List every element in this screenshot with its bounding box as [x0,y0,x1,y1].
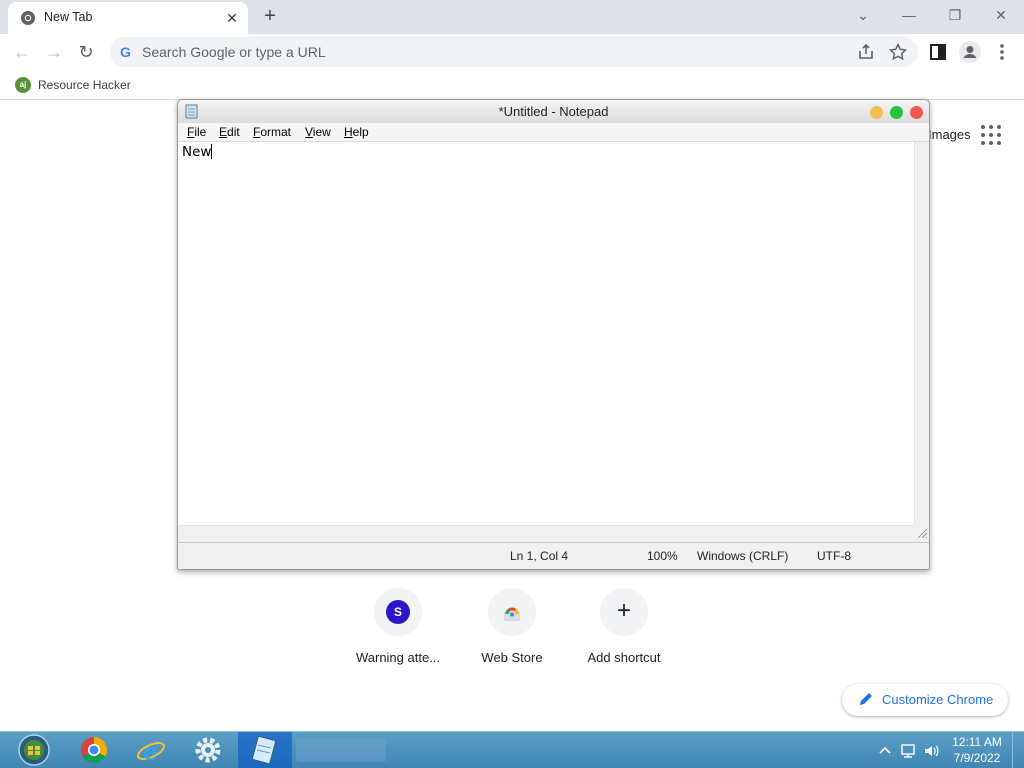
show-desktop-button[interactable] [1012,732,1024,768]
shortcut-icon-bg [488,588,536,636]
start-orb-icon [18,734,50,766]
reload-button[interactable]: ↻ [72,38,100,66]
omnibox-placeholder: Search Google or type a URL [142,44,326,60]
clock-date: 7/9/2022 [953,751,1001,765]
shortcut-web-store[interactable]: Web Store [456,586,568,676]
minimize-button[interactable]: — [886,0,932,32]
notepad-text: New [182,144,212,160]
close-dot-button[interactable] [910,106,923,119]
profile-avatar-icon[interactable] [958,40,982,64]
start-button[interactable] [0,732,54,768]
share-icon[interactable] [856,42,876,62]
chrome-webstore-icon [504,607,520,621]
menu-file[interactable]: File [187,125,206,139]
restore-button[interactable]: ❐ [932,0,978,32]
taskbar-chrome[interactable] [67,732,121,768]
omnibox[interactable]: G Search Google or type a URL [110,37,918,67]
notepad-content: New [182,144,213,160]
bookmarks-bar: aj Resource Hacker [0,70,1024,100]
status-line-endings: Windows (CRLF) [697,549,789,563]
shortcut-label: Web Store [481,650,543,665]
tab-search-icon[interactable]: ⌄ [840,0,886,32]
notepad-menubar: File Edit Format View Help [178,123,929,142]
browser-toolbar: ← → ↻ G Search Google or type a URL [0,34,1024,70]
internet-explorer-icon: e [137,737,165,766]
pencil-icon [860,693,872,705]
s-avatar-icon: S [386,600,410,624]
minimize-dot-button[interactable] [870,106,883,119]
notepad-titlebar[interactable]: *Untitled - Notepad [178,100,929,123]
new-tab-button[interactable]: + [258,5,282,29]
taskbar-blank-slot [296,738,386,762]
shortcut-label: Warning atte... [355,650,441,665]
maximize-dot-button[interactable] [890,106,903,119]
taskbar-settings[interactable] [181,732,235,768]
tab-title: New Tab [44,10,93,24]
network-icon[interactable] [900,742,918,760]
bookmark-label: Resource Hacker [38,78,131,92]
forward-button[interactable]: → [40,38,68,66]
bookmark-star-icon[interactable] [888,42,908,62]
notepad-icon [251,735,277,765]
horizontal-scrollbar[interactable] [178,525,914,540]
tab-new-tab[interactable]: New Tab ✕ [8,2,248,34]
resize-grip-icon[interactable] [914,525,929,540]
menu-help[interactable]: Help [344,125,369,139]
svg-text:e: e [143,737,158,766]
shortcut-warning[interactable]: S Warning atte... [342,586,454,676]
volume-icon[interactable] [922,742,940,760]
shortcut-add[interactable]: + Add shortcut [568,586,680,676]
google-g-icon: G [120,44,131,60]
customize-chrome-button[interactable]: Customize Chrome [842,684,1008,716]
taskbar-notepad[interactable] [238,732,292,768]
shortcut-icon-bg: + [600,588,648,636]
taskbar-clock[interactable]: 12:11 AM 7/9/2022 [948,734,1006,766]
status-zoom: 100% [647,549,678,563]
notepad-title: *Untitled - Notepad [498,104,609,119]
menu-edit[interactable]: Edit [219,125,240,139]
back-button[interactable]: ← [8,38,36,66]
status-position: Ln 1, Col 4 [510,549,569,563]
kebab-menu-icon[interactable] [990,40,1014,64]
taskbar-internet-explorer[interactable]: e [124,732,178,768]
side-panel-icon[interactable] [926,40,950,64]
clock-time: 12:11 AM [952,735,1002,749]
text-caret [211,144,213,159]
plus-icon: + [616,597,631,624]
menu-view[interactable]: View [305,125,331,139]
taskbar: e 12:11 AM 7/9/2022 [0,731,1024,768]
vertical-scrollbar[interactable] [914,142,929,525]
notepad-window: *Untitled - Notepad File Edit Format Vie… [177,99,930,570]
menu-format[interactable]: Format [253,125,291,139]
show-hidden-icons-icon[interactable] [876,742,894,760]
shortcut-label: Add shortcut [587,650,661,665]
chrome-icon [81,737,108,764]
customize-label: Customize Chrome [882,692,994,707]
images-link[interactable]: Images [928,127,971,142]
tab-close-icon[interactable]: ✕ [222,8,242,28]
tab-strip: New Tab ✕ + ⌄ — ❐ ✕ [0,0,1024,34]
notepad-text-area[interactable]: New [178,142,914,525]
shortcut-icon-bg: S [374,588,422,636]
close-window-button[interactable]: ✕ [978,0,1024,32]
resource-hacker-icon: aj [15,77,31,93]
settings-gear-icon [195,737,221,763]
chrome-favicon-icon [21,11,35,25]
apps-grid-icon[interactable] [980,124,1002,146]
status-encoding: UTF-8 [817,549,851,563]
notepad-statusbar: Ln 1, Col 4 100% Windows (CRLF) UTF-8 [178,542,929,569]
